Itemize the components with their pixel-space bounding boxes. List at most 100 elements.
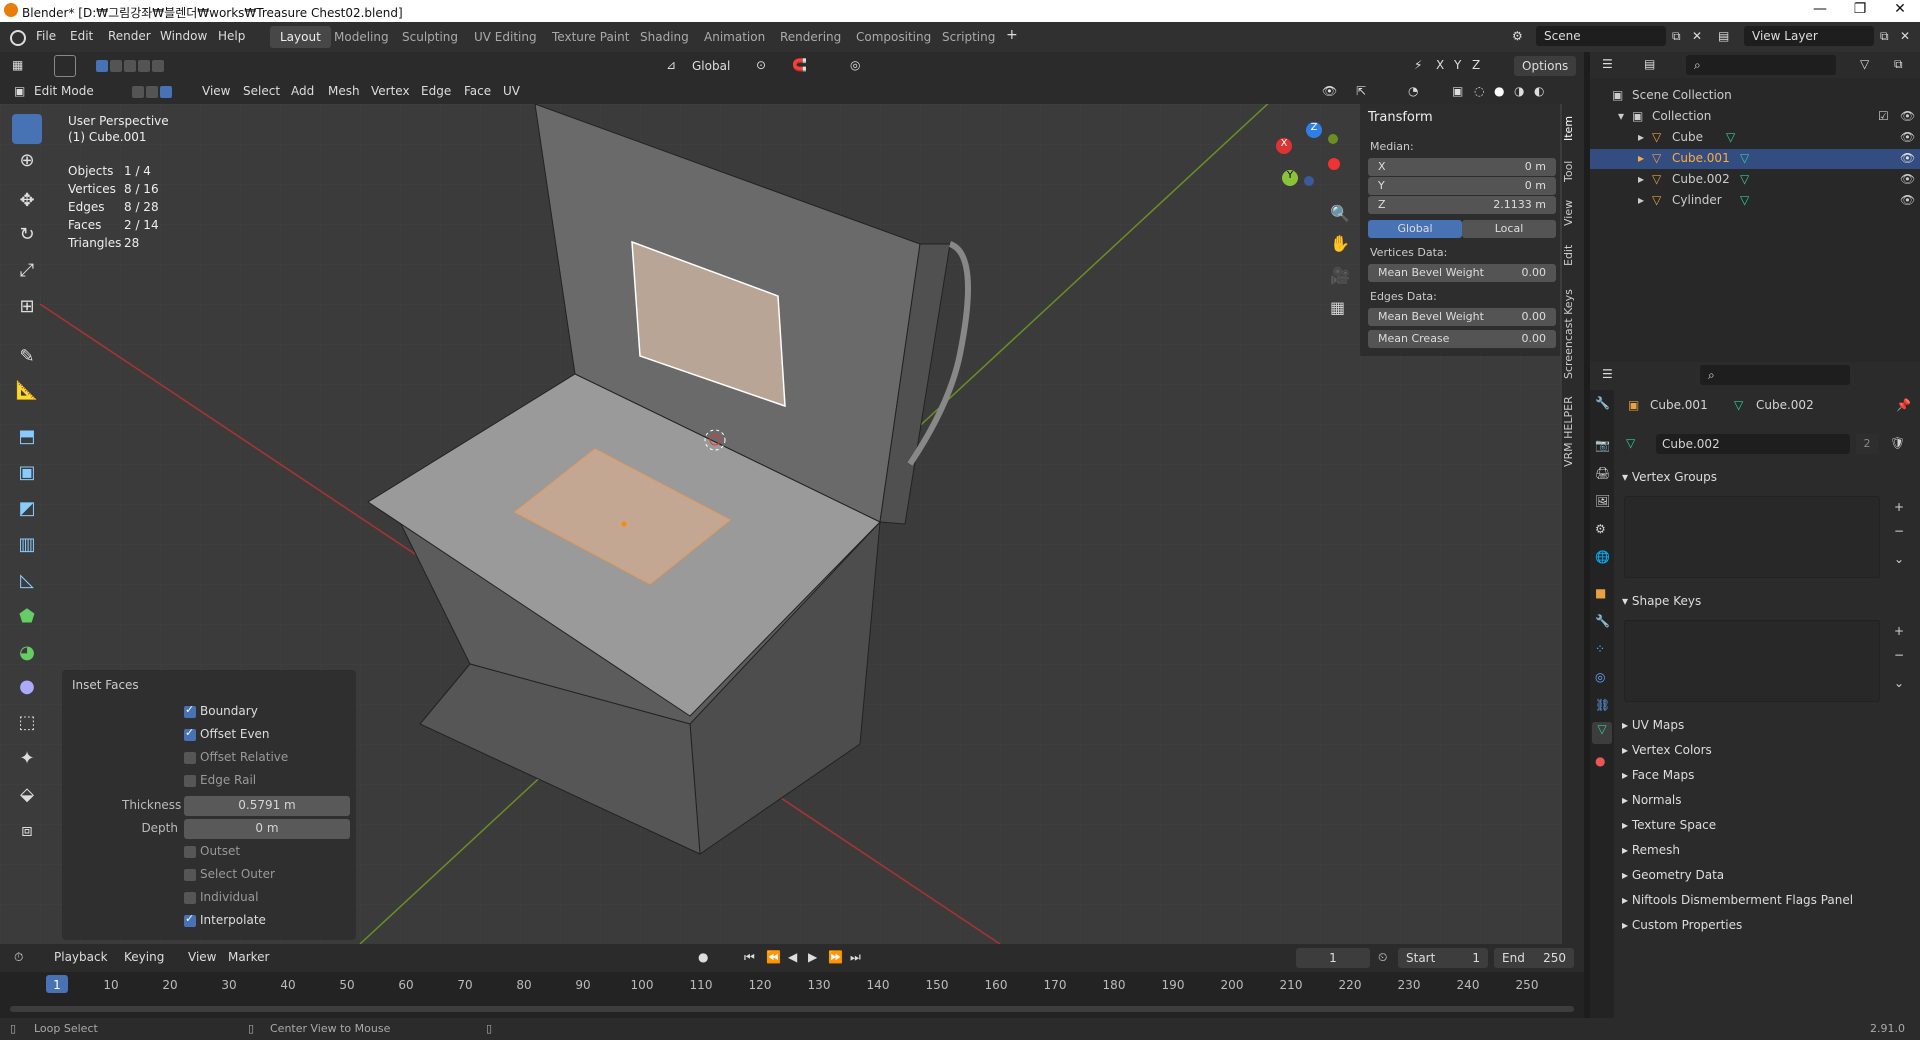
- clock-icon[interactable]: ⏲: [1378, 950, 1387, 965]
- outliner-collection[interactable]: ▾ ▣ Collection ☑ 👁: [1590, 107, 1920, 127]
- gizmo-x-axis[interactable]: X: [1276, 138, 1292, 154]
- tab-scripting[interactable]: Scripting: [932, 26, 1005, 48]
- median-x-field[interactable]: X 0 m: [1368, 158, 1556, 176]
- close-icon[interactable]: ✕: [1880, 1, 1920, 21]
- axis-y-toggle[interactable]: Y: [1454, 58, 1461, 72]
- measure-tool-icon[interactable]: 📐: [12, 380, 42, 410]
- menu-file[interactable]: File: [36, 29, 56, 43]
- remove-shape-key-icon[interactable]: −: [1894, 648, 1904, 662]
- axis-z-toggle[interactable]: Z: [1472, 58, 1480, 72]
- median-z-field[interactable]: Z 2.1133 m: [1368, 196, 1556, 214]
- blender-menu-icon[interactable]: [10, 30, 26, 46]
- menu-vertex[interactable]: Vertex: [371, 84, 410, 98]
- depth-field[interactable]: 0 m: [184, 819, 350, 839]
- shear-tool-icon[interactable]: ✦: [12, 748, 42, 778]
- thickness-field[interactable]: 0.5791 m: [184, 796, 350, 816]
- chevron-down-icon[interactable]: ▾: [1618, 109, 1624, 123]
- outliner-search-input[interactable]: ⌕: [1686, 55, 1836, 75]
- perspective-grid-icon[interactable]: ▦: [1330, 298, 1345, 317]
- move-tool-icon[interactable]: ✥: [12, 190, 42, 220]
- menu-edge[interactable]: Edge: [421, 84, 451, 98]
- next-keyframe-icon[interactable]: ⏩: [828, 950, 843, 964]
- mesh-browse-icon[interactable]: ▽: [1626, 436, 1635, 450]
- section-face-maps[interactable]: ▸ Face Maps: [1622, 768, 1694, 782]
- individual-checkbox[interactable]: [184, 892, 196, 904]
- select-outer-checkbox[interactable]: [184, 869, 196, 881]
- world-properties-icon[interactable]: 🌐: [1595, 550, 1610, 564]
- interpolate-checkbox[interactable]: [184, 912, 196, 927]
- visibility-icon[interactable]: 👁: [1322, 84, 1337, 98]
- modifier-properties-icon[interactable]: 🔧: [1595, 614, 1610, 628]
- pivot-icon[interactable]: ⊙: [756, 58, 766, 72]
- select-box-tool[interactable]: [12, 114, 42, 144]
- eye-icon[interactable]: 👁: [1900, 172, 1915, 186]
- timeline-editor-icon[interactable]: ⏱: [14, 950, 23, 965]
- tab-uv-editing[interactable]: UV Editing: [464, 26, 547, 48]
- scene-properties-icon[interactable]: ⚙: [1595, 522, 1606, 536]
- spin-tool-icon[interactable]: ◕: [12, 642, 42, 672]
- global-toggle[interactable]: Global: [1368, 220, 1462, 238]
- scene-icon[interactable]: ⚙: [1512, 29, 1523, 43]
- shading-solid-icon[interactable]: ●: [1494, 84, 1504, 98]
- edge-slide-tool-icon[interactable]: ⧈: [12, 820, 42, 850]
- menu-window[interactable]: Window: [160, 29, 207, 43]
- menu-playback[interactable]: Playback: [54, 950, 108, 964]
- add-workspace-icon[interactable]: +: [1006, 27, 1018, 43]
- navigation-gizmo[interactable]: Z X Y: [1270, 122, 1340, 192]
- jump-end-icon[interactable]: ⏭: [850, 950, 861, 965]
- tab-vrm-helper[interactable]: VRM HELPER: [1562, 392, 1584, 472]
- tab-rendering[interactable]: Rendering: [770, 26, 851, 48]
- maximize-icon[interactable]: ❐: [1840, 1, 1880, 21]
- outliner-item-cylinder[interactable]: ▸ ▽ Cylinder ▽ 👁: [1590, 191, 1920, 211]
- outliner-scene-collection[interactable]: ▣ Scene Collection: [1590, 86, 1920, 106]
- gizmo-neg-y[interactable]: [1328, 134, 1338, 144]
- inset-faces-title[interactable]: Inset Faces: [72, 678, 139, 692]
- orientation-dropdown[interactable]: Global: [684, 56, 748, 76]
- eye-icon[interactable]: 👁: [1900, 130, 1915, 144]
- particles-properties-icon[interactable]: ⁘: [1595, 642, 1605, 656]
- add-vertex-group-icon[interactable]: +: [1894, 500, 1904, 514]
- rotate-tool-icon[interactable]: ↻: [12, 224, 42, 254]
- section-custom-properties[interactable]: ▸ Custom Properties: [1622, 918, 1742, 932]
- menu-mesh[interactable]: Mesh: [328, 84, 360, 98]
- display-mode-icon[interactable]: ▤: [1644, 57, 1655, 71]
- tab-screencast-keys[interactable]: Screencast Keys: [1562, 284, 1584, 384]
- pin-icon[interactable]: 📌: [1896, 398, 1911, 412]
- menu-add[interactable]: Add: [291, 84, 314, 98]
- gizmo-y-axis[interactable]: Y: [1282, 170, 1298, 186]
- gizmo-z-axis[interactable]: Z: [1306, 122, 1322, 138]
- outliner-item-cube[interactable]: ▸ ▽ Cube ▽ 👁: [1590, 128, 1920, 148]
- knife-tool-icon[interactable]: ◺: [12, 570, 42, 600]
- prev-keyframe-icon[interactable]: ⏪: [766, 950, 781, 964]
- loop-cut-tool-icon[interactable]: ▥: [12, 534, 42, 564]
- record-icon[interactable]: ●: [698, 950, 708, 964]
- gizmo-neg-x[interactable]: [1328, 158, 1340, 170]
- tool-properties-icon[interactable]: 🔧: [1595, 396, 1610, 410]
- cursor-tool-icon[interactable]: ⊕: [12, 150, 42, 180]
- local-toggle[interactable]: Local: [1462, 220, 1556, 238]
- section-uv-maps[interactable]: ▸ UV Maps: [1622, 718, 1684, 732]
- offset-even-checkbox[interactable]: [184, 726, 196, 741]
- tab-modeling[interactable]: Modeling: [324, 26, 399, 48]
- chevron-right-icon[interactable]: ▸: [1638, 151, 1644, 165]
- menu-view[interactable]: View: [202, 84, 230, 98]
- tab-sculpting[interactable]: Sculpting: [392, 26, 468, 48]
- constraints-properties-icon[interactable]: ⛓: [1595, 698, 1610, 712]
- outliner-item-cube-002[interactable]: ▸ ▽ Cube.002 ▽ 👁: [1590, 170, 1920, 190]
- extrude-tool-icon[interactable]: ⬒: [12, 426, 42, 456]
- view-layer-icon[interactable]: ▤: [1718, 29, 1729, 43]
- camera-icon[interactable]: 🎥: [1330, 266, 1350, 285]
- delete-view-layer-icon[interactable]: ✕: [1900, 29, 1910, 43]
- mode-dropdown[interactable]: Edit Mode: [34, 84, 94, 98]
- proportional-edit-icon[interactable]: ◎: [850, 58, 860, 72]
- offset-relative-checkbox[interactable]: [184, 752, 196, 764]
- chevron-right-icon[interactable]: ▸: [1638, 172, 1644, 186]
- tab-layout[interactable]: Layout: [270, 26, 331, 48]
- boundary-checkbox[interactable]: [184, 703, 196, 718]
- filter-icon[interactable]: ▽: [1860, 57, 1869, 71]
- poly-build-tool-icon[interactable]: ⬟: [12, 606, 42, 636]
- shading-rendered-icon[interactable]: ◐: [1534, 84, 1544, 98]
- smooth-tool-icon[interactable]: ●: [12, 676, 42, 706]
- menu-render[interactable]: Render: [108, 29, 151, 43]
- eye-icon[interactable]: 👁: [1900, 109, 1915, 123]
